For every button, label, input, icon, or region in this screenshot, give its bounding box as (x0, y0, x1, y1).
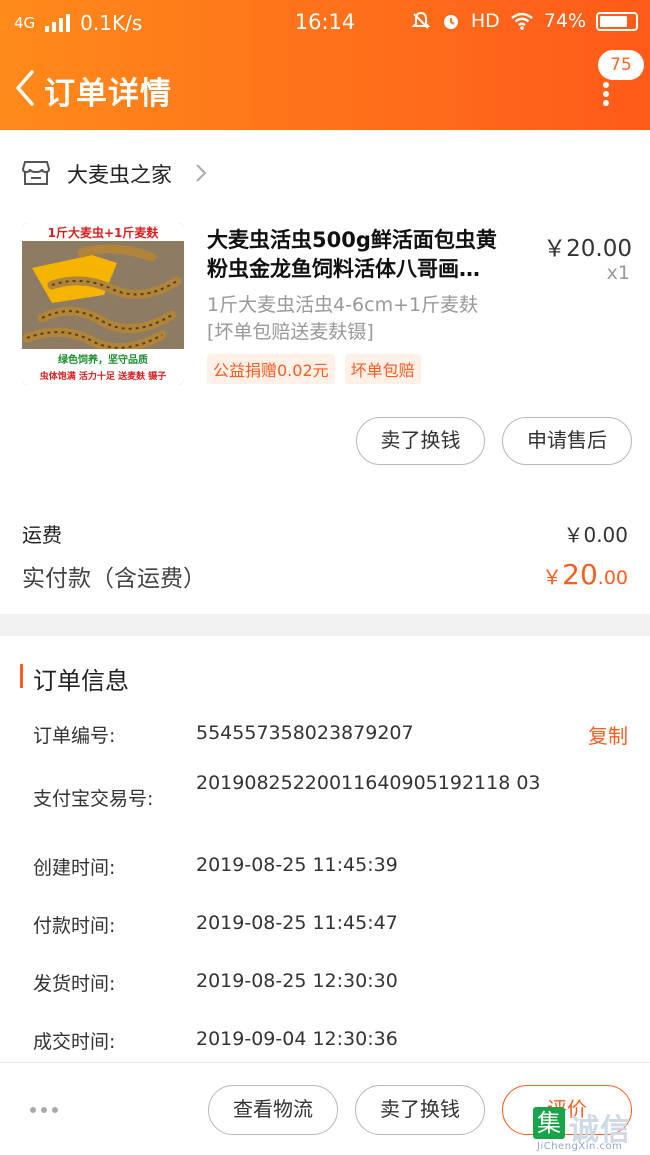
paid-amount: ￥20.00 (542, 558, 628, 591)
shipping-label: 运费 (22, 523, 62, 547)
tag-damage-guarantee: 坏单包赔 (344, 354, 421, 384)
created-time-label: 创建时间: (33, 857, 116, 879)
more-menu-icon[interactable] (603, 82, 611, 106)
product-image[interactable]: 1斤大麦虫+1斤麦麸 绿色饲养，坚守品质 虫体饱满 活力十足 送麦麸 镊子 (22, 223, 184, 385)
after-sales-button[interactable]: 申请售后 (502, 417, 632, 465)
shop-row[interactable]: 大麦虫之家 (0, 130, 650, 214)
hd-indicator: HD (470, 10, 500, 32)
alipay-trade-value: 20190825220011640905192118 03 (196, 772, 541, 794)
message-badge: 75 (598, 50, 644, 80)
product-title-line1: 大麦虫活虫500g鲜活面包虫黄 (207, 228, 497, 252)
watermark-logo: 集 诚信 JiChengXin.com (533, 1103, 647, 1153)
product-price: ￥20.00 (543, 236, 632, 262)
product-tags: 公益捐赠0.02元 坏单包赔 (207, 354, 421, 384)
alarm-icon (443, 15, 458, 29)
alipay-trade-label: 支付宝交易号: (33, 788, 154, 810)
order-number-label: 订单编号: (33, 725, 116, 747)
section-accent-bar (20, 664, 23, 688)
shipped-time-label: 发货时间: (33, 973, 116, 995)
product-title[interactable]: 大麦虫活虫500g鲜活面包虫黄 粉虫金龙鱼饲料活体八哥画… (207, 226, 527, 284)
image-top-text: 1斤大麦虫+1斤麦麸 (48, 225, 160, 240)
paid-label: 实付款（含运费） (22, 566, 206, 592)
battery-icon (596, 11, 638, 31)
order-info-title: 订单信息 (33, 667, 129, 695)
product-image-art: 1斤大麦虫+1斤麦麸 绿色饲养，坚守品质 虫体饱满 活力十足 送麦麸 镊子 (22, 223, 184, 385)
completed-time-label: 成交时间: (33, 1031, 116, 1053)
section-divider (0, 614, 650, 636)
product-quantity: x1 (606, 262, 630, 284)
more-dots-icon[interactable] (30, 1107, 58, 1113)
wifi-icon (510, 12, 533, 30)
paid-time-label: 付款时间: (33, 915, 116, 937)
tag-charity: 公益捐赠0.02元 (207, 354, 335, 384)
sku-line1: 1斤大麦虫活虫4-6cm+1斤麦麸 (207, 294, 479, 316)
image-mid-text: 绿色饲养，坚守品质 (58, 353, 148, 366)
header-bar: 4G 0.1K/s 16:14 HD 74% 订单详情 75 (0, 0, 650, 130)
image-bottom-text: 虫体饱满 活力十足 送麦麸 镊子 (40, 370, 166, 382)
completed-time-value: 2019-09-04 12:30:36 (196, 1028, 398, 1050)
paid-decimal: .00 (597, 567, 628, 589)
order-number-value: 554557358023879207 (196, 722, 414, 744)
product-title-line2: 粉虫金龙鱼饲料活体八哥画… (207, 257, 480, 281)
view-logistics-button[interactable]: 查看物流 (208, 1085, 338, 1135)
shipping-value: ￥0.00 (563, 523, 628, 547)
watermark-en: JiChengXin.com (537, 1141, 623, 1152)
page-title: 订单详情 (44, 76, 172, 112)
watermark-box: 集 (533, 1107, 565, 1139)
back-arrow-icon[interactable] (10, 66, 40, 110)
paid-currency: ￥ (542, 565, 563, 589)
shipped-time-value: 2019-08-25 12:30:30 (196, 970, 398, 992)
mute-bell-icon (411, 11, 431, 29)
sell-button-bottom[interactable]: 卖了换钱 (355, 1085, 485, 1135)
created-time-value: 2019-08-25 11:45:39 (196, 854, 398, 876)
copy-button[interactable]: 复制 (588, 720, 628, 749)
shop-name: 大麦虫之家 (67, 163, 172, 187)
nav-bar: 订单详情 (0, 58, 650, 118)
sku-line2: [坏单包赔送麦麸镊] (207, 321, 374, 343)
chevron-right-icon (196, 164, 207, 182)
status-bar: 4G 0.1K/s 16:14 HD 74% (0, 0, 650, 46)
sell-button[interactable]: 卖了换钱 (356, 417, 485, 465)
battery-percent: 74% (543, 10, 586, 32)
store-icon (22, 161, 50, 185)
paid-time-value: 2019-08-25 11:45:47 (196, 912, 398, 934)
paid-integer: 20 (562, 558, 598, 591)
product-sku: 1斤大麦虫活虫4-6cm+1斤麦麸 [坏单包赔送麦麸镊] (207, 292, 527, 346)
